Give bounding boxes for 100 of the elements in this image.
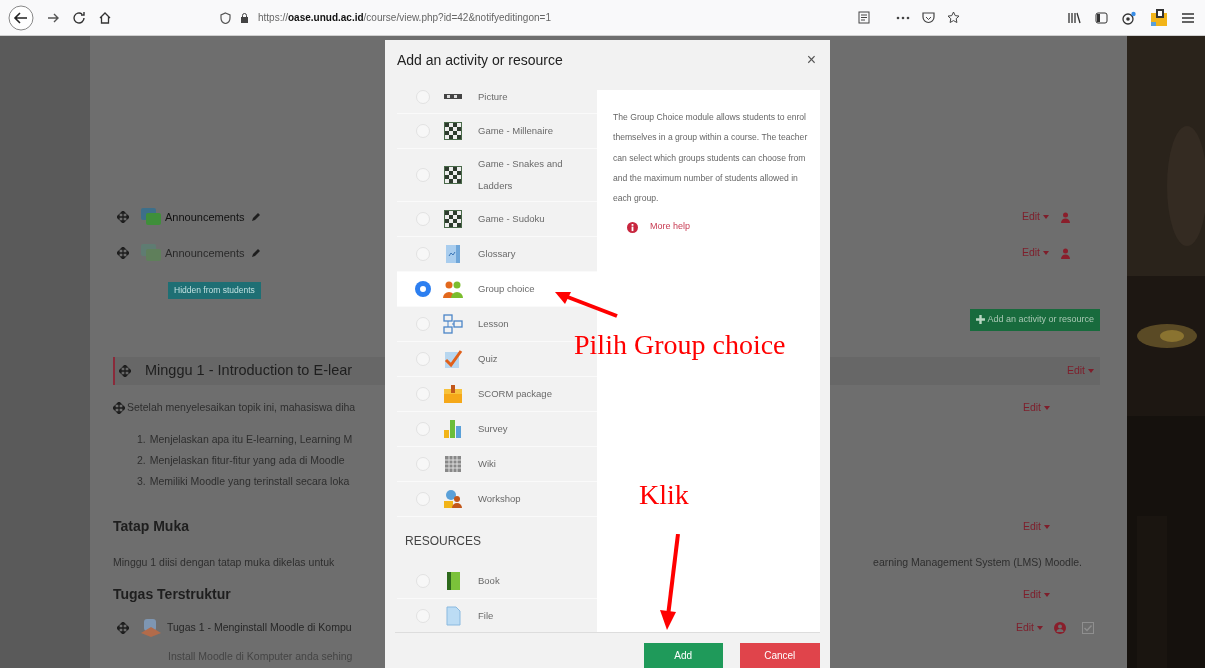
status-badge: Hidden from students: [168, 282, 261, 299]
option-label: Survey: [478, 422, 509, 436]
option-label: Picture: [478, 89, 509, 104]
info-icon: [627, 221, 638, 233]
option-label: Workshop: [478, 492, 522, 506]
move-icon: [117, 211, 129, 223]
user-circle-icon: [1054, 621, 1066, 634]
pencil-icon[interactable]: [250, 248, 261, 258]
plus-icon: [976, 315, 986, 325]
cancel-button[interactable]: Cancel: [739, 643, 820, 668]
home-button[interactable]: [98, 10, 112, 25]
option-label: Lesson: [478, 317, 510, 331]
assignment-icon: [141, 618, 161, 637]
activity-option[interactable]: Game - Sudoku: [397, 202, 597, 237]
option-label: File: [478, 609, 495, 623]
option-label: Group choice: [478, 282, 536, 296]
extension-icon[interactable]: [1122, 10, 1136, 25]
reload-button[interactable]: [72, 10, 86, 25]
caret-icon: [1043, 215, 1049, 219]
activity-option[interactable]: Workshop: [397, 482, 597, 517]
annotation-text: Klik: [639, 481, 689, 509]
activity-option[interactable]: Picture: [397, 80, 597, 114]
dialog-title: Add an activity or resource: [397, 50, 563, 70]
activity-option[interactable]: File: [397, 599, 597, 632]
help-text: The Group Choice module allows students to enrol themselves in a group within a course. The teacher can select which groups students can choose from and the maximum number of students allowed in each group.: [613, 111, 809, 206]
extension-icon[interactable]: [1150, 8, 1168, 27]
star-icon[interactable]: [947, 11, 960, 24]
activity-icon: [443, 121, 463, 141]
subsection-title: Tugas Terstruktur: [113, 585, 231, 604]
list-item-text: Menjelaskan apa itu E-learning, Learning M: [149, 432, 353, 448]
radio-button[interactable]: [416, 282, 430, 296]
move-icon: [113, 401, 125, 414]
list-item-text: Memiliki Moodle yang terinstall secara loka: [149, 474, 350, 490]
pencil-icon[interactable]: [250, 212, 261, 222]
activity-option[interactable]: Survey: [397, 412, 597, 447]
sidebar-icon[interactable]: [1095, 11, 1108, 24]
activity-link[interactable]: Tugas 1 - Menginstall Moodle di Kompu: [167, 619, 352, 636]
close-button[interactable]: ×: [802, 52, 820, 68]
arrow: [555, 289, 619, 319]
activity-link[interactable]: Announcements: [165, 208, 245, 226]
section-heading: RESOURCES: [404, 532, 482, 550]
caret-icon: [1037, 625, 1043, 630]
url-text: https://oase.unud.ac.id/course/view.php?id=42&notifyeditingon=1: [258, 11, 551, 25]
list-item-text: Menjelaskan fitur-fitur yang ada di Moodle: [149, 453, 345, 469]
option-label: Glossary: [478, 247, 517, 261]
activity-icon: [443, 384, 463, 404]
activity-icon: [443, 244, 463, 264]
checkbox-icon[interactable]: [1082, 621, 1094, 634]
forum-icon: [141, 208, 161, 226]
activity-option[interactable]: SCORM package: [397, 377, 597, 412]
person-icon: [1061, 211, 1070, 223]
more-icon[interactable]: [896, 15, 910, 20]
caret-icon: [1044, 524, 1050, 529]
activity-option[interactable]: Game - Snakes and Ladders: [397, 149, 597, 202]
activity-icon: [443, 94, 463, 99]
library-icon[interactable]: [1068, 11, 1081, 24]
caret-icon: [1043, 251, 1049, 255]
add-button[interactable]: Add: [644, 643, 723, 668]
list-number: 1.: [137, 432, 146, 448]
activity-icon: [443, 209, 463, 229]
option-label: Wiki: [478, 457, 497, 471]
activity-icon: [443, 165, 463, 185]
add-activity-button[interactable]: Add an activity or resource: [970, 309, 1100, 331]
subsection-title: Tatap Muka: [113, 517, 189, 536]
list-number: 3.: [137, 474, 146, 490]
description-text: Minggu 1 diisi dengan tatap muka dikelas untuk: [113, 554, 335, 570]
option-label: Game - Snakes and Ladders: [478, 157, 564, 193]
back-button[interactable]: [8, 4, 34, 31]
activity-icon: [443, 606, 463, 626]
activity-icon: [443, 314, 463, 334]
lock-icon: [240, 12, 249, 23]
option-label: Quiz: [478, 352, 499, 366]
reader-icon[interactable]: [858, 11, 870, 24]
activity-option[interactable]: Game - Millenaire: [397, 114, 597, 149]
activity-option[interactable]: Book: [397, 564, 597, 599]
activity-option[interactable]: Wiki: [397, 447, 597, 482]
shield-icon: [220, 11, 231, 24]
pocket-icon[interactable]: [922, 11, 935, 24]
activity-icon: [443, 279, 463, 299]
menu-icon[interactable]: [1182, 12, 1194, 23]
caret-icon: [1044, 405, 1050, 410]
activity-icon: [443, 489, 463, 509]
move-icon: [117, 621, 129, 634]
help-link[interactable]: More help: [650, 220, 691, 234]
move-icon: [117, 247, 129, 259]
option-label: Game - Sudoku: [478, 212, 546, 226]
option-label: Game - Millenaire: [478, 124, 554, 138]
person-icon: [1061, 247, 1070, 259]
section-title: Minggu 1 - Introduction to E-lear: [145, 360, 353, 380]
list-number: 2.: [137, 453, 146, 469]
summary-text: Setelah menyelesaikan topik ini, mahasiswa diha: [127, 399, 356, 415]
caret-icon: [1088, 368, 1094, 373]
option-label: Book: [478, 574, 501, 588]
activity-icon: [443, 454, 463, 474]
activity-link[interactable]: Announcements: [165, 244, 245, 262]
activity-option[interactable]: Group choice: [397, 272, 597, 307]
option-label: SCORM package: [478, 387, 553, 401]
move-icon: [119, 364, 131, 377]
description-text: earning Management System (LMS) Moodle.: [873, 554, 1082, 570]
caret-icon: [1044, 592, 1050, 597]
